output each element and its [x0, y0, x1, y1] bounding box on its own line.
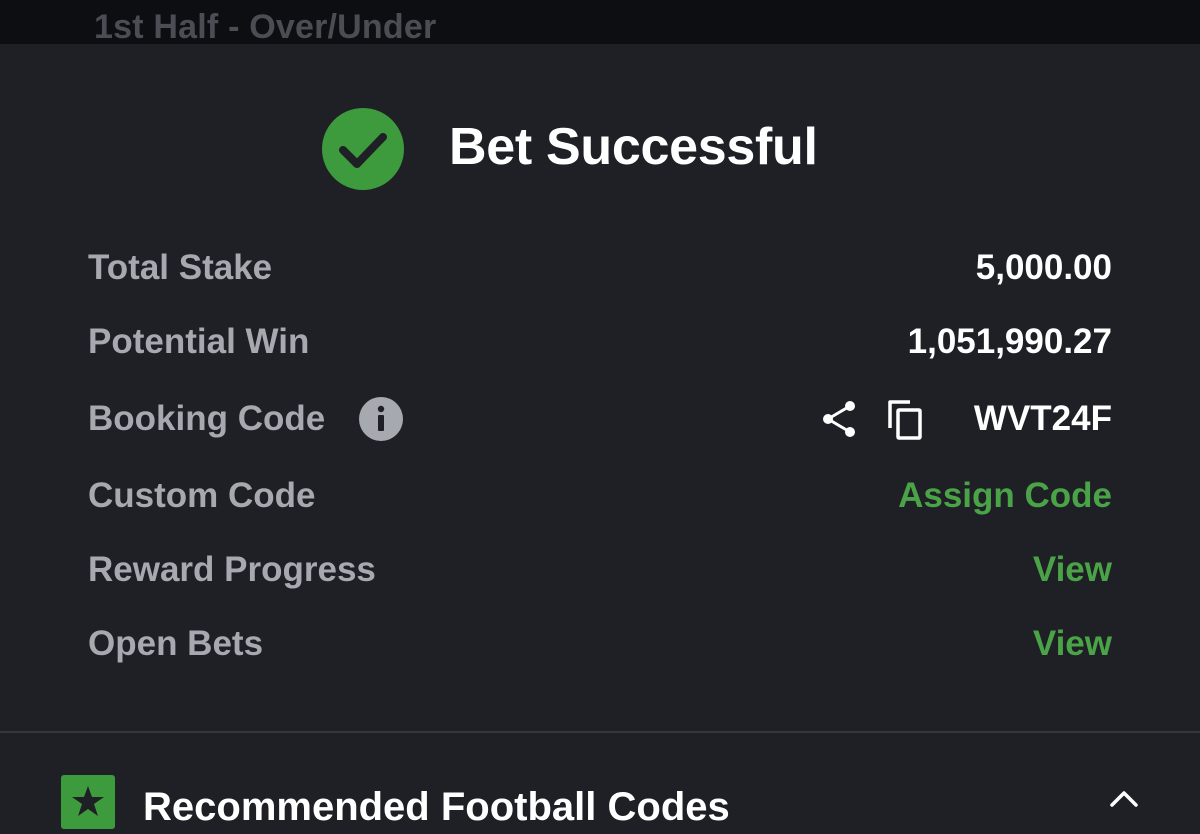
open-bets-label: Open Bets: [88, 624, 264, 663]
reward-progress-label: Reward Progress: [88, 550, 376, 589]
copy-icon[interactable]: [886, 398, 926, 442]
open-bets-view-link[interactable]: View: [1033, 619, 1112, 669]
bet-success-header: Bet Successful: [0, 107, 1200, 191]
custom-code-label: Custom Code: [88, 476, 316, 515]
share-icon[interactable]: [818, 398, 860, 440]
row-booking-code: Booking Code WVT24F: [88, 394, 1112, 444]
background-page-strip: 1st Half - Over/Under: [0, 0, 1200, 44]
potential-win-label: Potential Win: [88, 322, 310, 361]
reward-progress-view-link[interactable]: View: [1033, 545, 1112, 595]
booking-code-label: Booking Code: [88, 399, 326, 438]
recommended-codes-section[interactable]: Recommended Football Codes: [0, 733, 1200, 829]
star-icon: [61, 775, 115, 829]
row-total-stake: Total Stake 5,000.00: [88, 243, 1112, 293]
total-stake-value: 5,000.00: [975, 248, 1112, 287]
row-open-bets: Open Bets View: [88, 619, 1112, 669]
bet-success-title: Bet Successful: [449, 118, 818, 176]
bet-success-sheet: Bet Successful Total Stake 5,000.00 Pote…: [0, 44, 1200, 829]
total-stake-label: Total Stake: [88, 248, 273, 287]
row-potential-win: Potential Win 1,051,990.27: [88, 317, 1112, 367]
row-reward-progress: Reward Progress View: [88, 545, 1112, 595]
background-market-label: 1st Half - Over/Under: [94, 8, 437, 44]
recommended-codes-title: Recommended Football Codes: [143, 785, 730, 829]
booking-code-value[interactable]: WVT24F: [974, 394, 1112, 444]
info-icon[interactable]: [359, 397, 403, 441]
check-circle-icon: [322, 108, 404, 190]
row-custom-code: Custom Code Assign Code: [88, 471, 1112, 521]
assign-code-link[interactable]: Assign Code: [898, 471, 1112, 521]
chevron-up-icon[interactable]: [1108, 789, 1140, 809]
potential-win-value: 1,051,990.27: [907, 322, 1112, 361]
